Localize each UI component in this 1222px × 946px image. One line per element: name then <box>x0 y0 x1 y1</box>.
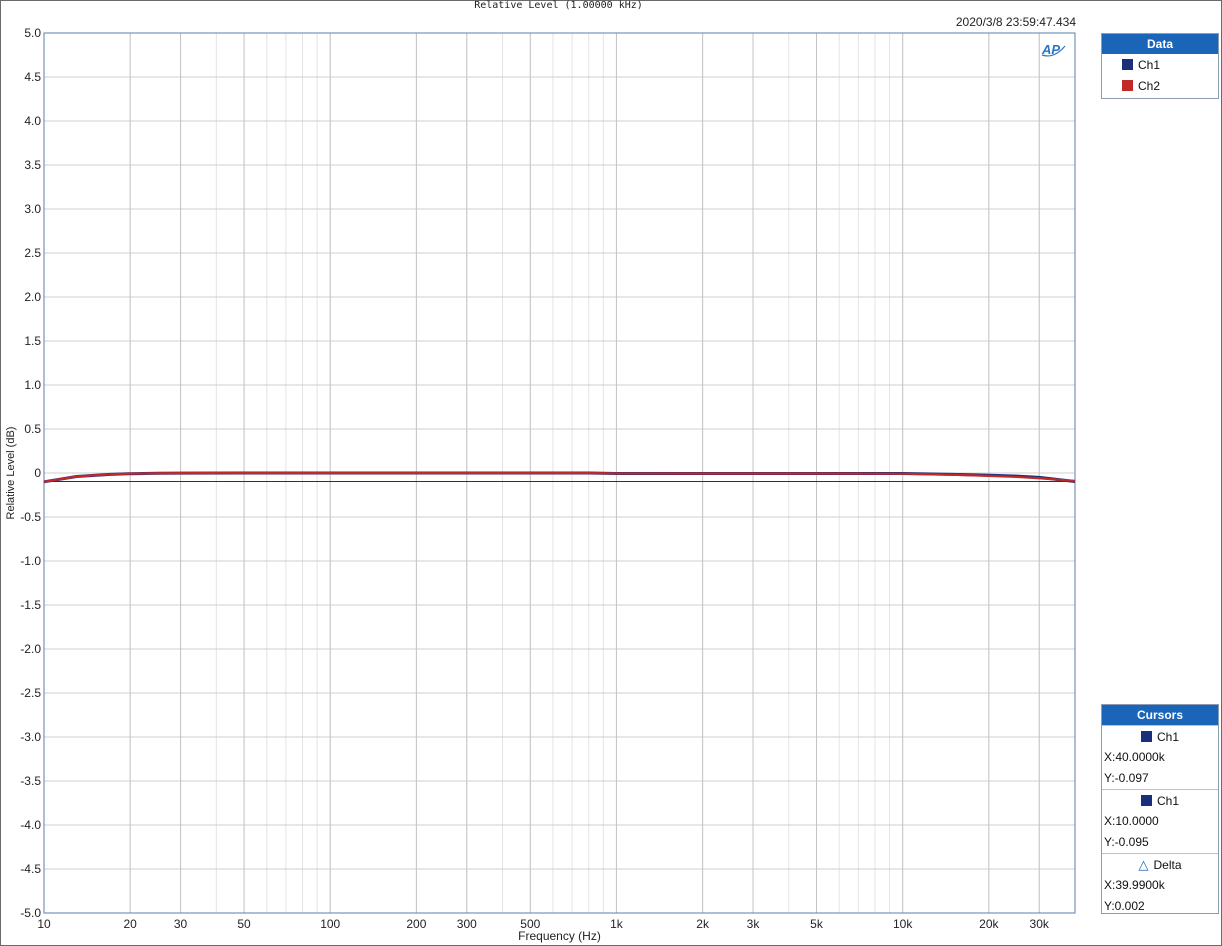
x-tick-label: 30k <box>1030 917 1050 931</box>
cursor-1-x: X:40.0000k <box>1104 750 1165 764</box>
legend-header: Data <box>1102 34 1218 54</box>
legend-item-label: Ch1 <box>1138 57 1161 72</box>
y-tick-label: 2.5 <box>24 246 41 260</box>
y-tick-label: 0.5 <box>24 422 41 436</box>
cursor-2-swatch <box>1140 795 1152 806</box>
x-tick-label: 2k <box>696 917 710 931</box>
y-tick-label: -2.5 <box>20 686 41 700</box>
y-tick-label: -2.0 <box>20 642 41 656</box>
x-tick-label: 3k <box>747 917 761 931</box>
y-tick-label: 4.5 <box>24 70 41 84</box>
delta-icon: △ <box>1138 856 1149 872</box>
cursor-2[interactable]: Ch1 X:10.0000 Y:-0.095 <box>1102 789 1218 853</box>
ap-logo-text: AP <box>1041 42 1060 57</box>
x-tick-label: 20 <box>123 917 137 931</box>
cursors-header: Cursors <box>1102 705 1218 725</box>
cursor-2-channel: Ch1 <box>1156 793 1179 808</box>
y-tick-label: 1.0 <box>24 378 41 392</box>
legend-item-label: Ch2 <box>1138 78 1161 93</box>
x-tick-label: 300 <box>457 917 477 931</box>
x-tick-label: 10 <box>37 917 51 931</box>
delta-x: X:39.9900k <box>1104 878 1165 892</box>
cursor-2-y: Y:-0.095 <box>1104 835 1149 849</box>
y-tick-label: -0.5 <box>20 510 41 524</box>
y-tick-label: -3.5 <box>20 774 41 788</box>
x-tick-label: 20k <box>979 917 999 931</box>
y-tick-label: 3.0 <box>24 202 41 216</box>
y-tick-label: -1.0 <box>20 554 41 568</box>
legend-item-ch1[interactable]: Ch1 <box>1102 54 1218 75</box>
cursor-1-y: Y:-0.097 <box>1104 771 1149 785</box>
legend-item-ch2[interactable]: Ch2 <box>1102 75 1218 96</box>
ch2-color-swatch <box>1122 80 1133 91</box>
y-tick-label: 1.5 <box>24 334 41 348</box>
x-tick-label: 1k <box>610 917 624 931</box>
delta-y: Y:0.002 <box>1104 899 1145 913</box>
x-tick-label: 100 <box>320 917 340 931</box>
cursor-1[interactable]: Ch1 X:40.0000k Y:-0.097 <box>1102 725 1218 789</box>
y-tick-label: -1.5 <box>20 598 41 612</box>
x-axis-label: Frequency (Hz) <box>518 929 601 943</box>
y-tick-label: 3.5 <box>24 158 41 172</box>
ap-logo-icon: AP <box>1041 42 1066 57</box>
x-tick-label: 200 <box>406 917 426 931</box>
x-tick-label: 10k <box>893 917 913 931</box>
y-tick-label: 5.0 <box>24 26 41 40</box>
cursor-1-swatch <box>1140 731 1152 742</box>
cursor-1-channel: Ch1 <box>1156 729 1179 744</box>
cursor-delta: △ Delta X:39.9900k Y:0.002 <box>1102 853 1218 917</box>
x-tick-label: 50 <box>237 917 251 931</box>
cursors-panel: Cursors Ch1 X:40.0000k Y:-0.097 Ch1 X:10… <box>1101 704 1219 914</box>
delta-label: Delta <box>1153 857 1182 872</box>
y-axis-label: Relative Level (dB) <box>5 427 17 520</box>
y-tick-label: -3.0 <box>20 730 41 744</box>
ch1-color-swatch <box>1122 59 1133 70</box>
y-tick-label: -4.5 <box>20 862 41 876</box>
y-tick-label: 0 <box>34 466 41 480</box>
cursor-2-x: X:10.0000 <box>1104 814 1159 828</box>
y-tick-label: 2.0 <box>24 290 41 304</box>
y-tick-label: 4.0 <box>24 114 41 128</box>
x-tick-label: 30 <box>174 917 188 931</box>
legend-panel: Data Ch1 Ch2 <box>1101 33 1219 99</box>
x-tick-label: 5k <box>810 917 824 931</box>
chart-plot[interactable]: 5.0 4.5 4.0 3.5 3.0 2.5 2.0 1.5 1.0 0.5 0 -0.5 -1.0 -… <box>0 0 1222 946</box>
y-tick-label: -4.0 <box>20 818 41 832</box>
